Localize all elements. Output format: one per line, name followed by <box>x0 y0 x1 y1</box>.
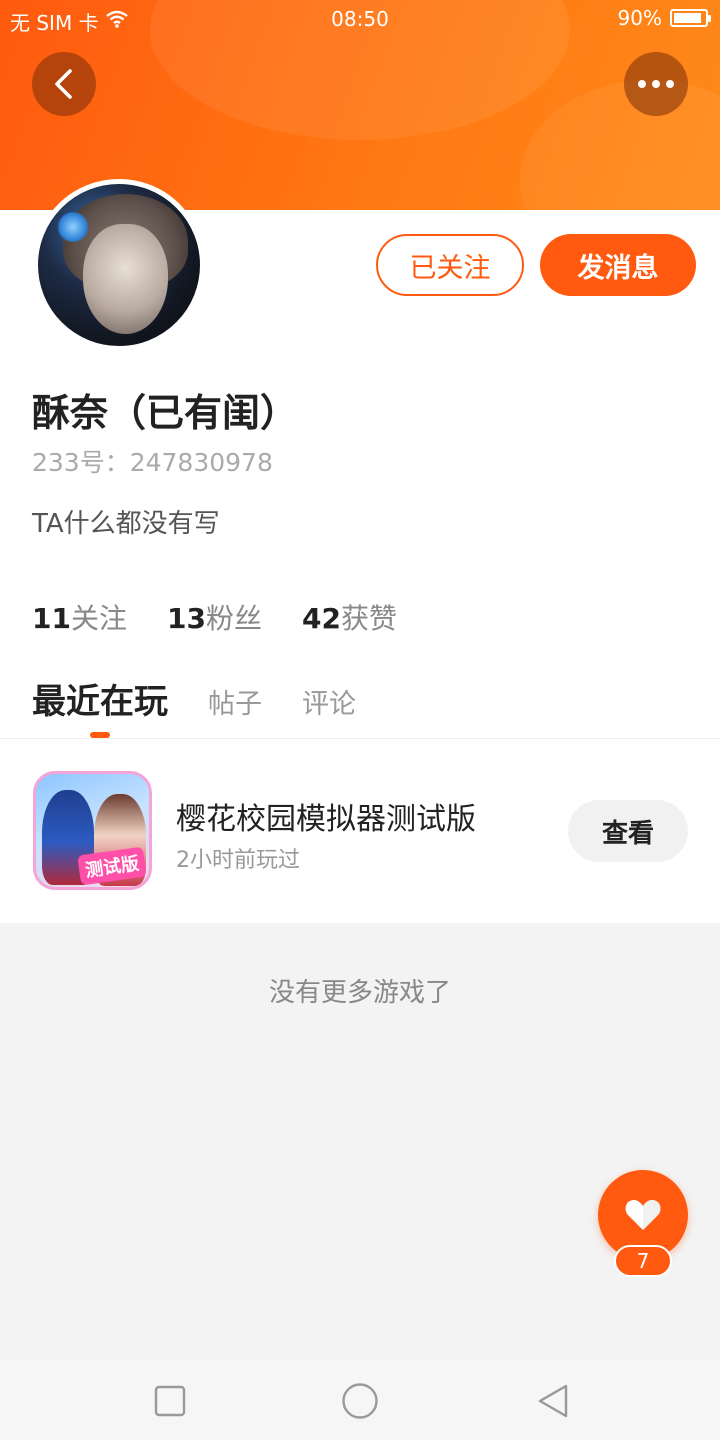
system-navigation-bar <box>0 1360 720 1440</box>
stat-number: 42 <box>301 602 341 635</box>
user-id: 233号：247830978 <box>32 448 273 477</box>
user-bio: TA什么都没有写 <box>32 509 220 539</box>
stat-label: 粉丝 <box>205 602 262 635</box>
stat-number: 13 <box>166 602 206 635</box>
circle-icon <box>342 1383 378 1419</box>
tab-comments[interactable]: 评论 <box>302 682 356 721</box>
game-last-played: 2小时前玩过 <box>176 848 300 873</box>
triangle-back-icon <box>538 1384 568 1418</box>
tabs-divider <box>0 738 720 739</box>
recent-apps-button[interactable] <box>151 1382 189 1420</box>
empty-list-message: 没有更多游戏了 <box>268 978 451 1008</box>
game-title: 樱花校园模拟器测试版 <box>176 802 476 837</box>
stat-number: 11 <box>32 602 71 635</box>
battery-icon <box>670 9 711 27</box>
followed-button[interactable]: 已关注 <box>376 234 524 296</box>
stat-following[interactable]: 11关注 <box>32 597 127 637</box>
more-options-button[interactable] <box>624 52 688 116</box>
status-bar: 无 SIM 卡 08:50 90% <box>0 0 720 38</box>
game-icon: 测试版 <box>33 771 152 890</box>
user-stats: 11关注 13粉丝 42获赞 <box>32 597 397 637</box>
tab-recently-played[interactable]: 最近在玩 <box>32 674 168 723</box>
home-button[interactable] <box>341 1382 379 1420</box>
chevron-left-icon <box>55 69 72 99</box>
tab-posts[interactable]: 帖子 <box>208 682 262 721</box>
avatar[interactable] <box>33 179 205 351</box>
heart-icon <box>625 1200 661 1230</box>
list-item[interactable]: 测试版 樱花校园模拟器测试版 2小时前玩过 查看 <box>0 740 720 922</box>
like-count-badge: 7 <box>614 1245 672 1277</box>
system-back-button[interactable] <box>534 1382 572 1420</box>
square-icon <box>154 1385 186 1417</box>
stat-label: 获赞 <box>340 602 397 635</box>
profile-tabs: 最近在玩 帖子 评论 <box>32 674 356 723</box>
stat-likes: 42获赞 <box>302 597 397 637</box>
stat-label: 关注 <box>70 602 127 635</box>
status-time: 08:50 <box>331 7 389 31</box>
battery-percent: 90% <box>617 6 662 30</box>
send-message-button[interactable]: 发消息 <box>540 234 696 296</box>
back-button[interactable] <box>32 52 96 116</box>
more-dots-icon <box>638 80 674 88</box>
username: 酥奈（已有闺） <box>32 391 299 435</box>
stat-fans[interactable]: 13粉丝 <box>167 597 262 637</box>
view-game-button[interactable]: 查看 <box>568 800 688 862</box>
